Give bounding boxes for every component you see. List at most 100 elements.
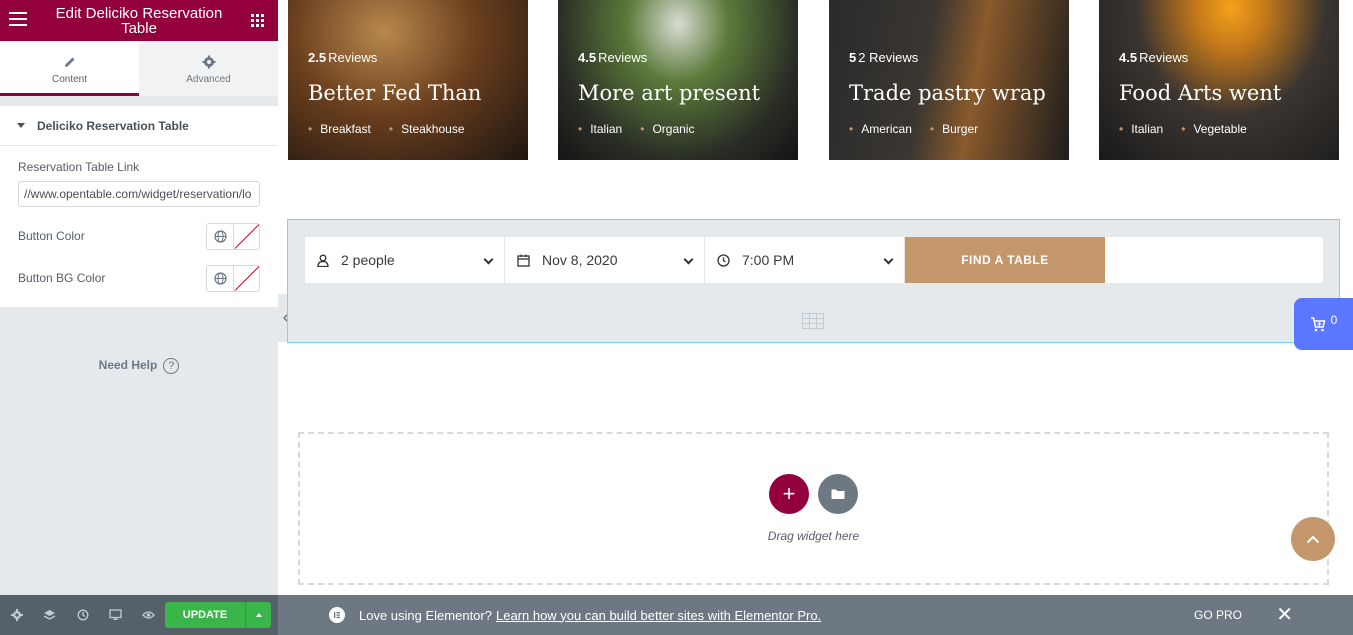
tab-content-label: Content	[51, 74, 88, 85]
plus-icon: +	[782, 481, 796, 506]
card-title[interactable]: Food Arts went	[1119, 81, 1281, 105]
reviews-label: 2 Reviews	[858, 50, 919, 65]
menu-icon[interactable]	[9, 12, 27, 28]
reservation-link-input[interactable]: //www.opentable.com/widget/reservation/l…	[18, 181, 260, 207]
date-value: Nov 8, 2020	[542, 252, 618, 268]
button-bg-color-swatch[interactable]	[234, 266, 259, 291]
gear-icon	[202, 55, 215, 69]
help-icon: ?	[163, 358, 180, 374]
card-title[interactable]: More art present	[578, 81, 760, 105]
globe-icon[interactable]	[207, 223, 234, 249]
card-tags: Italian Organic	[578, 122, 712, 136]
need-help-label: Need Help	[98, 358, 158, 372]
panel-header: Edit Deliciko Reservation Table	[0, 0, 278, 41]
settings-icon[interactable]	[0, 595, 33, 635]
link-label: Reservation Table Link	[18, 160, 140, 174]
card-title[interactable]: Trade pastry wrap	[849, 81, 1046, 105]
close-icon[interactable]: ✕	[1276, 605, 1293, 625]
card-tag[interactable]: Burger	[930, 122, 978, 136]
button-color-label: Button Color	[18, 229, 85, 243]
button-bg-color-label: Button BG Color	[18, 271, 106, 285]
panel-footer: UPDATE	[0, 595, 278, 635]
drop-zone-label: Drag widget here	[767, 529, 860, 543]
add-template-button[interactable]	[818, 474, 858, 514]
promo-link[interactable]: Learn how you can build better sites wit…	[496, 608, 821, 623]
eye-icon[interactable]	[132, 595, 165, 635]
people-select[interactable]: 2 people	[305, 237, 505, 283]
reviews-label: Reviews	[1139, 50, 1189, 65]
card-tag[interactable]: Italian	[578, 122, 622, 136]
recipe-card[interactable]: 4.5Reviews More art present Italian Organ…	[558, 0, 798, 160]
rating-value: 2.5	[308, 50, 327, 65]
card-rating: 52 Reviews	[849, 50, 918, 65]
recipe-card[interactable]: 2.5Reviews Better Fed Than Breakfast Stea…	[288, 0, 528, 160]
pencil-icon	[64, 57, 74, 67]
section-title: Deliciko Reservation Table	[37, 118, 189, 133]
card-tags: Italian Vegetable	[1119, 122, 1265, 136]
time-select[interactable]: 7:00 PM	[705, 237, 905, 283]
promo-message: Love using Elementor?	[359, 607, 492, 623]
tab-content[interactable]: Content	[0, 41, 139, 96]
reviews-label: Reviews	[328, 50, 378, 65]
elementor-logo-icon	[329, 607, 345, 623]
folder-icon	[831, 489, 845, 499]
card-tag[interactable]: Organic	[640, 122, 694, 136]
go-pro-button[interactable]: GO PRO	[1194, 608, 1242, 622]
rating-value: 4.5	[578, 50, 597, 65]
caret-down-icon	[17, 123, 25, 128]
promo-bar: Love using Elementor? Learn how you can …	[278, 595, 1353, 635]
globe-icon[interactable]	[207, 265, 234, 291]
chevron-up-icon	[1306, 535, 1320, 543]
need-help-link[interactable]: Need Help?	[0, 358, 278, 374]
reservation-widget[interactable]: 2 people Nov 8, 2020 7:00 PM FIND A TABL…	[287, 219, 1340, 343]
chevron-down-icon	[883, 254, 894, 265]
card-tags: American Burger	[849, 122, 996, 136]
update-options-button[interactable]	[245, 602, 271, 628]
card-tag[interactable]: American	[849, 122, 912, 136]
people-value: 2 people	[341, 252, 395, 268]
recipe-card[interactable]: 52 Reviews Trade pastry wrap American Bur…	[829, 0, 1069, 160]
panel-title: Edit Deliciko Reservation Table	[55, 4, 223, 37]
apps-grid-icon[interactable]	[251, 14, 264, 27]
find-a-table-button[interactable]: FIND A TABLE	[905, 237, 1105, 283]
responsive-icon[interactable]	[99, 595, 132, 635]
tab-advanced-label: Advanced	[186, 74, 231, 85]
card-tag[interactable]: Vegetable	[1181, 122, 1246, 136]
card-title[interactable]: Better Fed Than	[308, 81, 481, 105]
controls: Reservation Table Link //www.opentable.c…	[0, 146, 278, 307]
caret-up-icon	[255, 613, 262, 617]
cart-button[interactable]: 0	[1294, 298, 1353, 350]
calendar-icon	[517, 254, 530, 267]
chevron-down-icon	[483, 254, 494, 265]
empty-section-dropzone[interactable]: + Drag widget here	[298, 432, 1329, 585]
panel-tabs: Content Advanced	[0, 41, 278, 96]
layers-icon[interactable]	[33, 595, 66, 635]
card-tag[interactable]: Italian	[1119, 122, 1163, 136]
editor-panel: Edit Deliciko Reservation Table Content …	[0, 0, 278, 595]
date-select[interactable]: Nov 8, 2020	[505, 237, 705, 283]
button-color-row: Button Color	[18, 215, 260, 257]
card-rating: 4.5 Reviews	[1119, 50, 1188, 65]
cart-icon	[1310, 316, 1326, 331]
time-value: 7:00 PM	[742, 252, 795, 268]
card-tags: Breakfast Steakhouse	[308, 122, 483, 136]
table-icon	[802, 313, 824, 334]
tab-advanced[interactable]: Advanced	[139, 41, 278, 96]
clock-icon	[717, 253, 730, 267]
card-rating: 2.5 Reviews	[308, 50, 377, 65]
scroll-to-top-button[interactable]	[1291, 517, 1335, 561]
card-tag[interactable]: Steakhouse	[389, 122, 464, 136]
cart-count: 0	[1330, 313, 1338, 327]
history-icon[interactable]	[66, 595, 99, 635]
add-section-button[interactable]: +	[769, 474, 809, 514]
card-tag[interactable]: Breakfast	[308, 122, 371, 136]
update-button[interactable]: UPDATE	[165, 602, 245, 628]
button-bg-color-row: Button BG Color	[18, 257, 260, 299]
button-color-swatch[interactable]	[234, 224, 259, 249]
chevron-down-icon	[683, 254, 694, 265]
reservation-form: 2 people Nov 8, 2020 7:00 PM FIND A TABL…	[305, 237, 1323, 283]
recipe-card[interactable]: 4.5Reviews Food Arts went Italian Vegetab…	[1099, 0, 1339, 160]
section-toggle[interactable]: Deliciko Reservation Table	[0, 106, 278, 146]
reviews-label: Reviews	[598, 50, 648, 65]
rating-value: 5	[849, 50, 857, 65]
